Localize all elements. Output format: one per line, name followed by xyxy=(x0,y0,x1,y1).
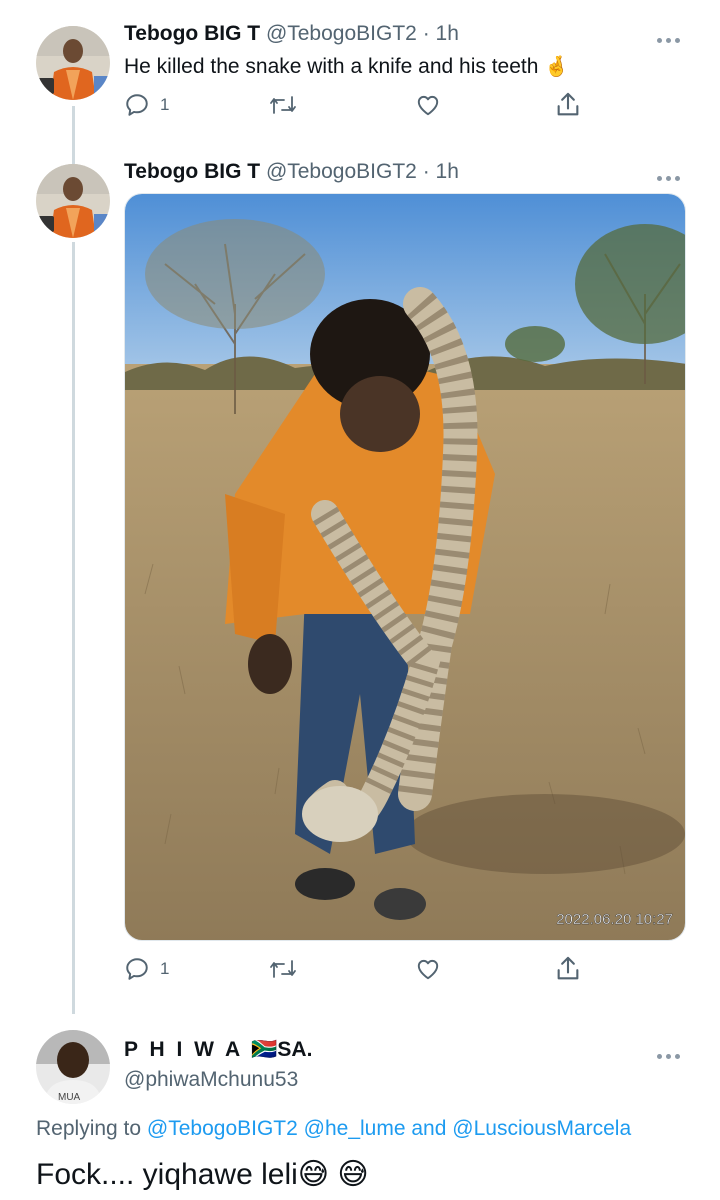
share-button[interactable] xyxy=(554,88,582,122)
separator: · xyxy=(422,22,430,45)
like-icon xyxy=(417,959,439,980)
replying-prefix: Replying to xyxy=(36,1117,142,1140)
mention-link[interactable]: @TebogoBIGT2 xyxy=(147,1117,298,1140)
retweet-icon xyxy=(270,96,296,114)
mention-link[interactable]: @LusciousMarcela xyxy=(452,1117,631,1140)
tweet-header: Tebogo BIG T @TebogoBIGT2 · 1h xyxy=(124,160,459,184)
timestamp[interactable]: 1h xyxy=(436,22,459,45)
reply-button[interactable]: 1 xyxy=(124,952,169,986)
reply-count: 1 xyxy=(160,959,170,978)
sweat-smile-emoji: 😅 😅 xyxy=(297,1158,369,1191)
reply-display-name[interactable]: P H I W A 🇿🇦SA. xyxy=(124,1038,312,1062)
avatar[interactable] xyxy=(36,164,110,238)
avatar[interactable]: MUA xyxy=(36,1030,110,1104)
user-handle[interactable]: @TebogoBIGT2 xyxy=(266,22,417,45)
replying-to: Replying to @TebogoBIGT2 @he_lume and @L… xyxy=(36,1117,631,1141)
tweet-header: Tebogo BIG T @TebogoBIGT2 · 1h xyxy=(124,22,459,46)
display-name[interactable]: Tebogo BIG T xyxy=(124,22,260,45)
reply-user-handle[interactable]: @phiwaMchunu53 xyxy=(124,1068,298,1092)
mention-link[interactable]: @he_lume xyxy=(304,1117,406,1140)
share-icon xyxy=(557,92,579,116)
tweet-text: He killed the snake with a knife and his… xyxy=(124,54,569,79)
tweet-actions: 1 xyxy=(124,952,594,986)
avatar[interactable] xyxy=(36,26,110,100)
timestamp[interactable]: 1h xyxy=(436,160,459,183)
tweet-1[interactable]: Tebogo BIG T @TebogoBIGT2 · 1h He killed… xyxy=(0,0,720,150)
reply-icon xyxy=(126,958,148,980)
tweet-actions: 1 xyxy=(124,88,594,122)
reply-count: 1 xyxy=(160,95,170,114)
reply-body: Fock.... yiqhawe leli xyxy=(36,1158,298,1191)
name-end: . xyxy=(306,1038,313,1061)
photo-snake-man: 2022.06.20 10:27 xyxy=(125,194,685,940)
share-icon xyxy=(557,956,579,980)
name-text: P H I W A xyxy=(124,1038,243,1061)
reply-button[interactable]: 1 xyxy=(124,88,169,122)
more-icon[interactable] xyxy=(657,168,687,181)
name-suffix: SA xyxy=(277,1038,307,1061)
crossed-fingers-emoji: 🤞 xyxy=(544,56,570,78)
like-button[interactable] xyxy=(414,88,442,122)
more-icon[interactable] xyxy=(657,30,687,43)
svg-text:MUA: MUA xyxy=(58,1092,81,1103)
like-button[interactable] xyxy=(414,952,442,986)
like-icon xyxy=(417,95,439,116)
mention-and: and xyxy=(411,1117,447,1140)
share-button[interactable] xyxy=(554,952,582,986)
more-icon[interactable] xyxy=(657,1046,687,1059)
reply-text: Fock.... yiqhawe leli😅 😅 xyxy=(36,1157,369,1192)
retweet-button[interactable] xyxy=(268,952,298,986)
separator: · xyxy=(422,160,430,183)
retweet-button[interactable] xyxy=(268,88,298,122)
tweet-photo[interactable]: 2022.06.20 10:27 xyxy=(124,193,686,941)
south-africa-flag-emoji: 🇿🇦 xyxy=(251,1038,278,1061)
tweet-body: He killed the snake with a knife and his… xyxy=(124,55,539,78)
user-handle[interactable]: @TebogoBIGT2 xyxy=(266,160,417,183)
display-name[interactable]: Tebogo BIG T xyxy=(124,160,260,183)
reply-icon xyxy=(126,94,148,116)
retweet-icon xyxy=(270,960,296,978)
photo-timestamp: 2022.06.20 10:27 xyxy=(556,911,673,928)
